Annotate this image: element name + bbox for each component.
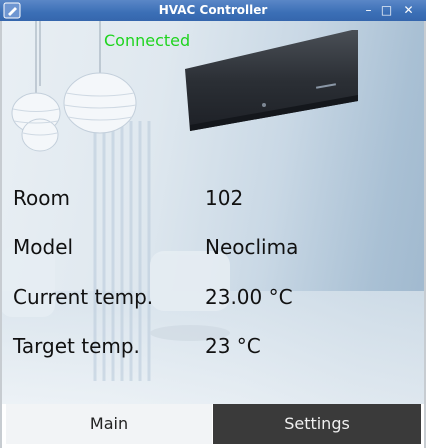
current-temp-label: Current temp. xyxy=(13,285,154,309)
tab-main[interactable]: Main xyxy=(6,404,212,444)
tab-settings[interactable]: Settings xyxy=(213,404,421,444)
minimize-button[interactable]: – xyxy=(361,3,376,17)
hvac-window: HVAC Controller – □ ✕ Connected Room 102… xyxy=(0,0,426,448)
model-value: Neoclima xyxy=(205,235,299,259)
minimize-icon: – xyxy=(365,3,372,17)
target-temp-value: 23 °C xyxy=(205,334,261,358)
title-bar[interactable]: HVAC Controller – □ ✕ xyxy=(0,0,426,21)
connection-status: Connected xyxy=(104,31,191,50)
current-temp-value: 23.00 °C xyxy=(205,285,293,309)
model-label: Model xyxy=(13,235,74,259)
target-temp-label: Target temp. xyxy=(13,334,140,358)
main-panel: Connected Room 102 Model Neoclima Curren… xyxy=(0,21,426,404)
room-label: Room xyxy=(13,186,70,210)
close-icon: ✕ xyxy=(403,3,414,17)
window-border-left xyxy=(0,21,2,448)
close-button[interactable]: ✕ xyxy=(401,3,416,17)
tab-bar: Main Settings xyxy=(0,404,426,448)
room-value: 102 xyxy=(205,186,244,210)
maximize-icon: □ xyxy=(380,3,393,17)
maximize-button[interactable]: □ xyxy=(379,3,394,17)
